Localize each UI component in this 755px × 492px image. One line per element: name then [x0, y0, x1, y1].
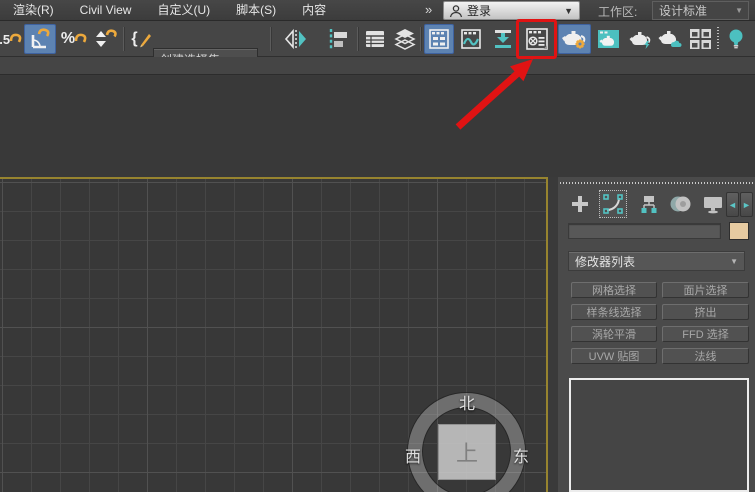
application-window: 渲染(R) Civil View 自定义(U) 脚本(S) 内容 » 登录 ▼ … [0, 0, 755, 492]
tab-create[interactable] [566, 190, 594, 218]
compass-east-label[interactable]: 东 [513, 443, 529, 467]
render-in-cloud-button[interactable] [657, 24, 684, 54]
tab-modify[interactable] [599, 190, 627, 218]
snap-25d-toggle-button[interactable]: 2.5 [0, 24, 22, 54]
percent-snap-toggle-button[interactable]: % [59, 24, 89, 54]
modifier-turbosmooth-button[interactable]: 涡轮平滑 [571, 326, 657, 342]
menu-bar: 渲染(R) Civil View 自定义(U) 脚本(S) 内容 [0, 0, 755, 21]
object-name-input[interactable] [568, 223, 721, 239]
command-panel: ◄ ► 修改器列表 ▼ 网格选择 面片选择 样条线选择 挤出 涡轮平滑 FFD … [558, 177, 755, 492]
display-monitor-icon [704, 197, 722, 214]
rendered-frame-window-button[interactable] [594, 24, 622, 54]
panel-scroll-left-button[interactable]: ◄ [726, 192, 739, 217]
menu-content[interactable]: 内容 [289, 0, 339, 21]
modifier-patch-select-button[interactable]: 面片选择 [662, 282, 749, 298]
viewcube-top-face[interactable]: 上 [438, 424, 496, 480]
menu-render[interactable]: 渲染(R) [0, 0, 67, 21]
angle-snap-toggle-button[interactable] [24, 24, 56, 54]
edit-named-selection-sets-button[interactable]: { [129, 24, 154, 54]
modifier-button-set: 网格选择 面片选择 样条线选择 挤出 涡轮平滑 FFD 选择 UVW 贴图 法线 [571, 282, 751, 364]
modifier-spline-select-button[interactable]: 样条线选择 [571, 304, 657, 320]
snap-25d-label: 2.5 [0, 31, 11, 47]
login-dropdown[interactable]: 登录 ▼ [443, 1, 580, 20]
modifier-uvw-map-button[interactable]: UVW 贴图 [571, 348, 657, 364]
modifier-list-caret-icon: ▼ [730, 256, 738, 266]
rendered-frame-window-icon [597, 30, 619, 48]
angle-snap-icon [31, 28, 50, 49]
align-icon [329, 29, 347, 49]
render-teapot-icon [629, 32, 651, 49]
toolbar-separator [717, 27, 719, 51]
create-plus-icon [572, 196, 588, 212]
render-cloud-icon [658, 31, 682, 47]
toolbar-dock-strip [0, 57, 755, 75]
layers-stack-icon [394, 29, 416, 50]
login-caret-icon: ▼ [564, 5, 573, 16]
modify-icon [603, 194, 623, 214]
tab-motion[interactable] [667, 190, 695, 218]
menu-script[interactable]: 脚本(S) [223, 0, 289, 21]
workspace-label: 工作区: [598, 5, 638, 19]
empty-dock-area [0, 76, 755, 177]
object-color-swatch[interactable] [729, 222, 749, 240]
layer-manager-button[interactable] [361, 24, 389, 54]
toolbar-separator [357, 27, 358, 51]
workspace-dropdown[interactable]: 设计标准 ▼ [652, 1, 749, 20]
toolbar-separator [270, 27, 271, 51]
tab-hierarchy[interactable] [635, 190, 663, 218]
hierarchy-icon [641, 196, 657, 213]
scene-explorer-button[interactable] [391, 24, 419, 54]
render-setup-icon [561, 31, 585, 49]
motion-icon [670, 196, 691, 212]
modifier-stack-list[interactable] [569, 378, 749, 492]
state-sets-button[interactable] [687, 24, 714, 54]
tab-display[interactable] [699, 190, 727, 218]
lightbulb-icon [729, 29, 743, 49]
viewcube-top-label: 上 [455, 441, 478, 466]
modifier-list-dropdown[interactable]: 修改器列表 ▼ [568, 251, 745, 271]
workspace-value: 设计标准 [659, 4, 708, 18]
menu-overflow-chevron-icon[interactable]: » [425, 0, 432, 20]
panel-drag-handle[interactable] [560, 182, 753, 184]
view-compass[interactable]: 上 北 南 西 东 [403, 386, 531, 492]
toolbar-separator [420, 27, 421, 51]
panel-scroll-right-button[interactable]: ► [740, 192, 753, 217]
align-button[interactable] [318, 24, 353, 54]
viewport[interactable]: 上 北 南 西 东 [0, 177, 548, 492]
modifier-list-label: 修改器列表 [575, 254, 636, 269]
menu-civil-view[interactable]: Civil View [67, 0, 145, 21]
workspace-caret-icon: ▼ [735, 6, 743, 15]
snap-hook-icon [75, 33, 87, 43]
render-setup-button[interactable] [558, 24, 591, 54]
mirror-icon [284, 28, 306, 50]
spinner-snap-toggle-button[interactable] [91, 24, 121, 54]
person-icon [449, 4, 463, 17]
state-sets-icon [690, 29, 711, 49]
snap-hook-icon [10, 33, 22, 43]
modifier-mesh-select-button[interactable]: 网格选择 [571, 282, 657, 298]
modifier-ffd-select-button[interactable]: FFD 选择 [662, 326, 749, 342]
compass-north-label[interactable]: 北 [459, 390, 475, 414]
main-toolbar: 2.5 % { [0, 21, 755, 70]
toolbar-separator [123, 27, 124, 51]
spinner-snap-icon [96, 29, 117, 47]
modifier-extrude-button[interactable]: 挤出 [662, 304, 749, 320]
modifier-normal-button[interactable]: 法线 [662, 348, 749, 364]
highlight-arrow [455, 59, 533, 130]
layer-manager-icon [366, 31, 384, 47]
pencil-icon [139, 34, 151, 48]
lighting-analysis-button[interactable] [724, 24, 748, 54]
login-label: 登录 [467, 4, 492, 18]
compass-west-label[interactable]: 西 [405, 443, 421, 467]
percent-label: % [60, 30, 76, 47]
mirror-button[interactable] [279, 24, 312, 54]
menu-customize[interactable]: 自定义(U) [144, 0, 223, 21]
render-production-button[interactable] [627, 24, 654, 54]
